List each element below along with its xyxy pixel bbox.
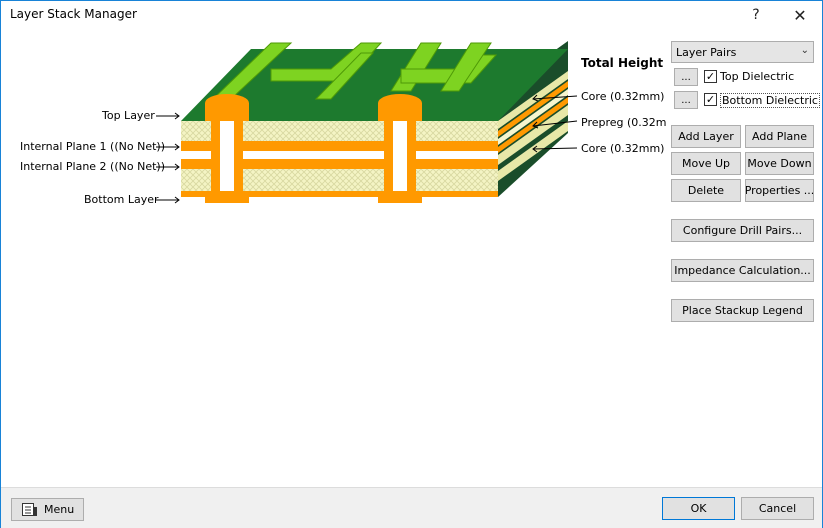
chevron-down-icon: ⌄ (800, 45, 809, 56)
configure-drill-pairs-button[interactable]: Configure Drill Pairs... (671, 219, 814, 242)
label-bottom-layer: Bottom Layer (84, 193, 159, 206)
label-core-top: Core (0.32mm) (581, 90, 665, 103)
label-top-layer: Top Layer (102, 109, 155, 122)
bottom-dielectric-checkbox[interactable]: ✓ (704, 93, 717, 106)
add-plane-button[interactable]: Add Plane (745, 125, 814, 148)
label-internal-plane-1: Internal Plane 1 ((No Net)) (20, 140, 165, 153)
properties-button[interactable]: Properties ... (745, 179, 814, 202)
top-dielectric-properties-button[interactable]: ... (674, 68, 698, 86)
bottom-dielectric-properties-button[interactable]: ... (674, 91, 698, 109)
stackup-illustration (156, 41, 578, 204)
label-total-height: Total Height (581, 56, 664, 70)
move-down-button[interactable]: Move Down (745, 152, 814, 175)
stackup-diagram: Top Layer Internal Plane 1 ((No Net)) In… (1, 31, 666, 241)
add-layer-button[interactable]: Add Layer (671, 125, 741, 148)
top-dielectric-checkbox[interactable]: ✓ (704, 70, 717, 83)
label-core-bottom: Core (0.32mm) (581, 142, 665, 155)
layer-stack-manager-window: Layer Stack Manager ? ✕ Top Layer Intern… (0, 0, 823, 528)
place-stackup-legend-button[interactable]: Place Stackup Legend (671, 299, 814, 322)
title-bar: Layer Stack Manager ? ✕ (1, 1, 822, 29)
dropdown-value: Layer Pairs (676, 45, 737, 59)
close-icon[interactable]: ✕ (780, 3, 820, 27)
impedance-calculation-button[interactable]: Impedance Calculation... (671, 259, 814, 282)
window-title: Layer Stack Manager (10, 7, 137, 21)
via-left (205, 94, 249, 203)
label-prepreg: Prepreg (0.32m (581, 116, 666, 129)
menu-icon (22, 502, 37, 516)
menu-label: Menu (44, 503, 75, 516)
move-up-button[interactable]: Move Up (671, 152, 741, 175)
cancel-button[interactable]: Cancel (741, 497, 814, 520)
top-dielectric-label: Top Dielectric (720, 70, 795, 83)
via-right (378, 94, 422, 203)
label-internal-plane-2: Internal Plane 2 ((No Net)) (20, 160, 165, 173)
layer-pairs-dropdown[interactable]: Layer Pairs ⌄ (671, 41, 814, 63)
delete-button[interactable]: Delete (671, 179, 741, 202)
help-icon[interactable]: ? (736, 3, 776, 27)
menu-button[interactable]: Menu (11, 498, 84, 521)
ok-button[interactable]: OK (662, 497, 735, 520)
bottom-dielectric-label: Bottom Dielectric (720, 93, 820, 108)
